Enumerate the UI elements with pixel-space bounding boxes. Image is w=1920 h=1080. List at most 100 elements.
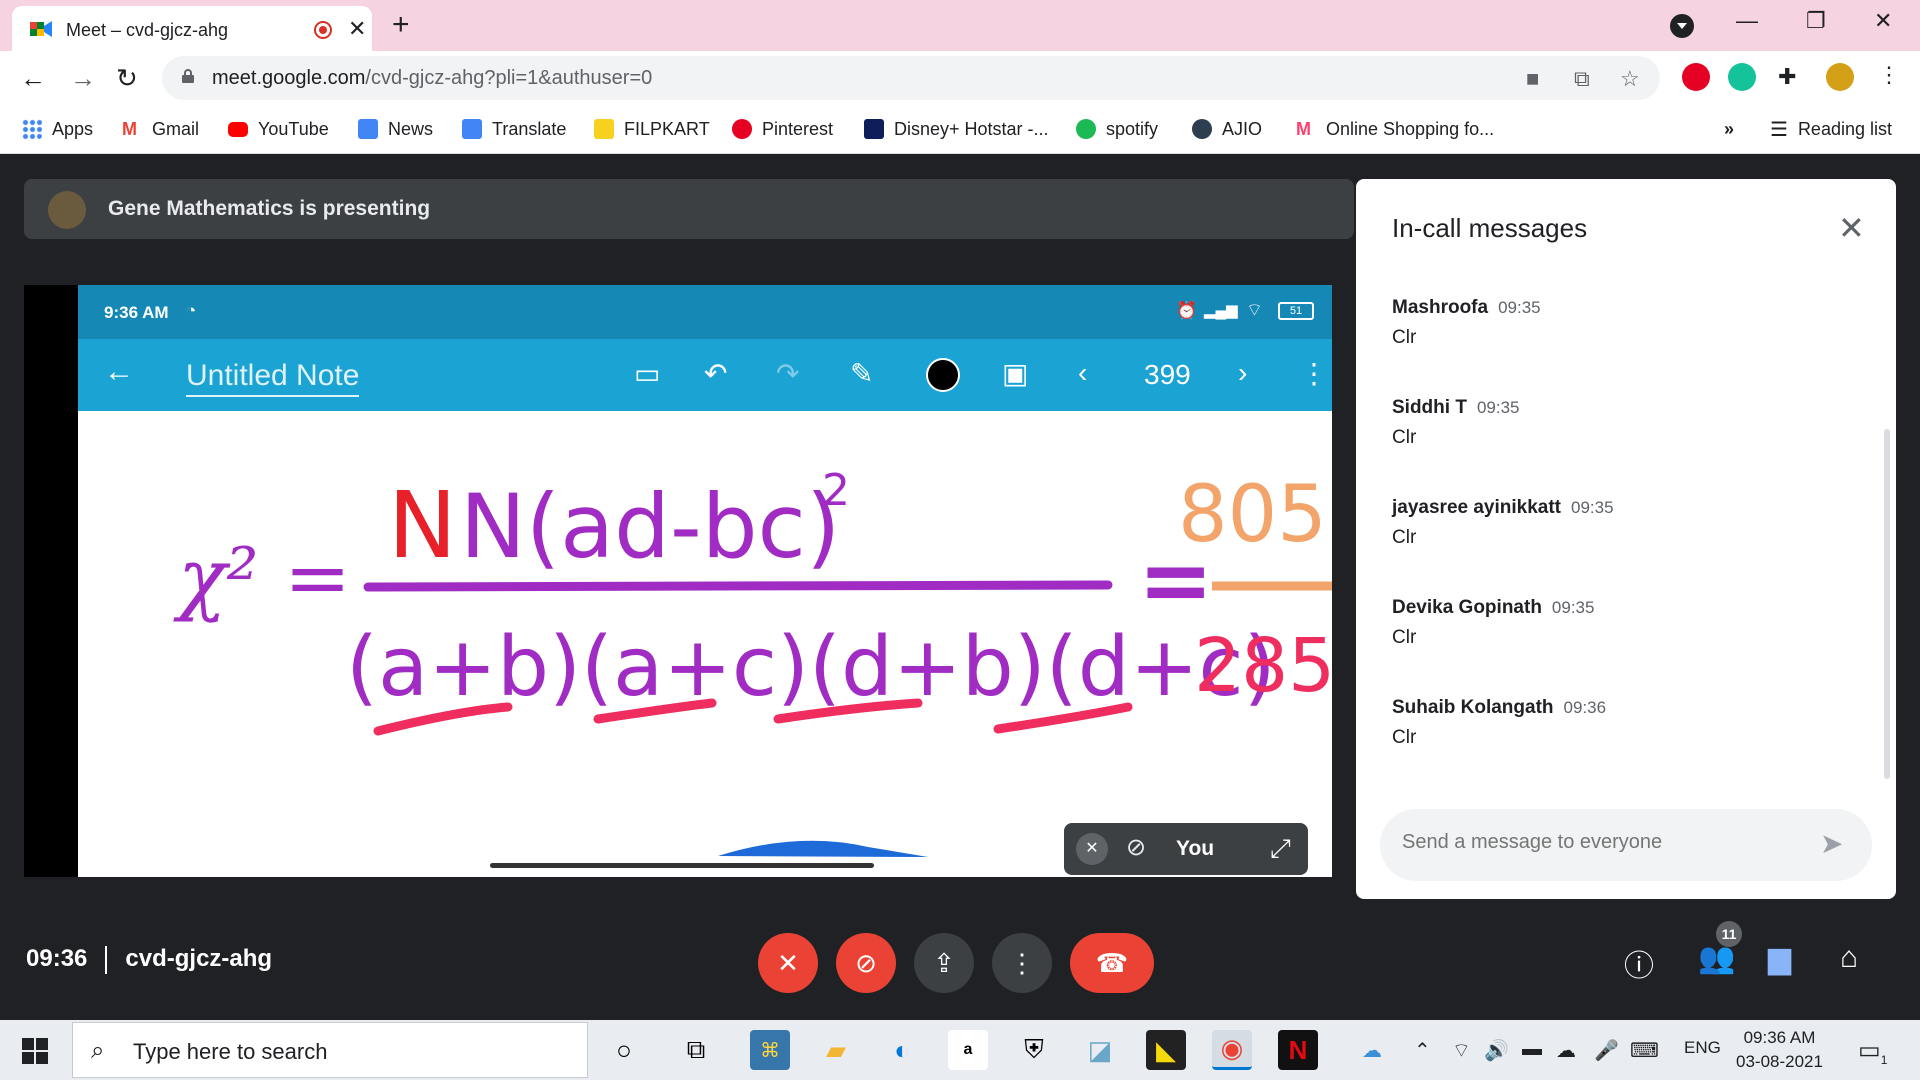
taskbar-search-box[interactable]: ⌕ Type here to search — [72, 1022, 588, 1078]
grammarly-extension-icon[interactable] — [1728, 63, 1756, 91]
bookmark-pinterest[interactable]: Pinterest — [732, 114, 833, 144]
url-host: meet.google.com — [212, 67, 366, 89]
bookmark-news[interactable]: News — [358, 114, 433, 144]
send-icon[interactable]: ➤ — [1820, 827, 1843, 860]
address-bar[interactable]: meet.google.com/cvd-gjcz-ahg?pli=1&authu… — [162, 56, 1660, 100]
browser-tab-meet[interactable]: Meet – cvd-gjcz-ahg ✕ — [12, 6, 372, 51]
toggle-camera-button[interactable]: ⊘ — [836, 933, 896, 993]
chat-sender: Mashroofa — [1392, 297, 1489, 318]
lock-icon — [182, 69, 194, 83]
presenter-banner: Gene Mathematics is presenting — [24, 179, 1354, 239]
windows-start-icon[interactable] — [22, 1038, 48, 1064]
bookmark-flipkart[interactable]: FILPKART — [594, 114, 710, 144]
spotify-icon — [1076, 119, 1096, 139]
meeting-details-icon[interactable]: ⓘ — [1624, 941, 1654, 985]
taskbar-clock[interactable]: 09:36 AM 03-08-2021 — [1736, 1026, 1823, 1074]
forward-arrow-icon[interactable]: → — [70, 63, 96, 94]
microphone-tray-icon[interactable]: 🎤 — [1594, 1038, 1619, 1063]
bookmark-youtube[interactable]: YouTube — [228, 114, 329, 144]
mic-off-icon: ✕ — [1076, 833, 1108, 865]
bookmarks-overflow-button[interactable]: » — [1724, 114, 1734, 144]
wifi-tray-icon[interactable]: ⌔ — [1452, 1038, 1471, 1063]
present-screen-button[interactable]: ⇪ — [914, 933, 974, 993]
pinterest-icon — [732, 119, 752, 139]
chat-sender: Siddhi T — [1392, 397, 1467, 418]
chrome-icon[interactable]: ◉ — [1212, 1030, 1252, 1070]
extensions-puzzle-icon[interactable]: ✚ — [1778, 64, 1796, 90]
chat-text: Clr — [1392, 627, 1417, 648]
close-chat-icon[interactable]: ✕ — [1838, 209, 1865, 247]
self-view-tile[interactable]: ✕ ⊘ You ⤢ — [1064, 823, 1308, 875]
formula-numerator: N(ad-bc) — [460, 475, 840, 578]
bookmark-translate[interactable]: Translate — [462, 114, 566, 144]
url-path: /cvd-gjcz-ahg?pli=1&authuser=0 — [365, 67, 653, 89]
toggle-mic-button[interactable]: ✕ — [758, 933, 818, 993]
youtube-icon — [228, 121, 248, 137]
reload-icon[interactable]: ↻ — [116, 63, 138, 94]
more-options-button[interactable]: ⋮ — [992, 933, 1052, 993]
browser-menu-icon[interactable]: ⋮ — [1878, 62, 1900, 88]
bookmark-star-icon[interactable]: ☆ — [1620, 66, 1640, 92]
previous-page-icon: ‹ — [1078, 357, 1088, 388]
restore-window-button[interactable]: ❐ — [1806, 8, 1826, 34]
netflix-icon[interactable]: N — [1278, 1030, 1318, 1070]
file-explorer-icon[interactable]: ▰ — [816, 1030, 856, 1070]
blue-stroke — [718, 840, 928, 857]
input-language[interactable]: ENG — [1684, 1038, 1721, 1058]
onedrive-icon[interactable]: ☁ — [1362, 1038, 1382, 1063]
notes-app-icon[interactable]: ◪ — [1080, 1030, 1120, 1070]
meeting-info: 09:36 cvd-gjcz-ahg — [26, 945, 272, 974]
chat-message-input[interactable] — [1402, 831, 1802, 854]
python-app-icon[interactable]: ⌘ — [750, 1030, 790, 1070]
shared-screen: 9:36 AM ◔ ⏰ ▂▄▆ ⌔ 51 ← Untitled Note ▭ ↶… — [78, 285, 1332, 877]
presentation-view[interactable]: 9:36 AM ◔ ⏰ ▂▄▆ ⌔ 51 ← Untitled Note ▭ ↶… — [24, 285, 1332, 877]
clock-time: 09:36 AM — [1743, 1028, 1816, 1047]
task-view-icon[interactable]: ⧉ — [676, 1030, 716, 1070]
sticky-notes-icon[interactable]: ◣ — [1146, 1030, 1186, 1070]
profile-avatar[interactable] — [1826, 63, 1854, 91]
bookmark-gmail[interactable]: M Gmail — [122, 114, 199, 144]
redo-icon: ↷ — [776, 358, 800, 389]
bookmark-online-shopping[interactable]: M Online Shopping fo... — [1296, 114, 1494, 144]
security-shield-icon[interactable]: ⛨ — [1014, 1030, 1054, 1070]
edge-icon[interactable]: ◐ — [882, 1030, 922, 1070]
expand-icon[interactable]: ⤢ — [1270, 833, 1291, 865]
volume-icon[interactable]: 🔊 — [1484, 1038, 1509, 1063]
chat-message: Mashroofa 09:35 Clr — [1392, 297, 1541, 349]
chat-text: Clr — [1392, 527, 1417, 548]
cortana-icon[interactable]: ○ — [604, 1030, 644, 1070]
notifications-icon[interactable]: ▭1 — [1858, 1036, 1887, 1067]
bookmark-ajio[interactable]: AJIO — [1192, 114, 1262, 144]
show-hidden-icons[interactable]: ⌃ — [1414, 1038, 1431, 1063]
value-bottom: 285 — [1194, 623, 1332, 709]
leave-call-button[interactable]: ☎ — [1070, 933, 1154, 993]
formula-exponent: 2 — [822, 465, 850, 516]
new-tab-button[interactable]: + — [392, 8, 410, 42]
reading-list-button[interactable]: ☰ Reading list — [1770, 114, 1892, 144]
tab-close-icon[interactable]: ✕ — [348, 16, 366, 42]
bookmark-hotstar[interactable]: Disney+ Hotstar -... — [864, 114, 1049, 144]
formula-lhs: χ² = — [173, 531, 351, 624]
battery-tray-icon[interactable]: ▬ — [1522, 1038, 1542, 1061]
bookmark-spotify[interactable]: spotify — [1076, 114, 1158, 144]
close-window-button[interactable]: ✕ — [1874, 8, 1892, 34]
back-arrow-icon[interactable]: ← — [20, 63, 46, 94]
keyboard-icon[interactable]: ⌨ — [1630, 1038, 1659, 1063]
open-in-new-window-icon[interactable]: ⧉ — [1574, 66, 1590, 92]
chat-scrollbar[interactable] — [1884, 429, 1890, 779]
meeting-code: cvd-gjcz-ahg — [125, 945, 273, 972]
vpn-tray-icon[interactable]: ☁ — [1556, 1038, 1576, 1063]
activities-icon[interactable]: ⌂ — [1840, 941, 1858, 975]
amazon-app-icon[interactable]: a — [948, 1030, 988, 1070]
minimize-window-button[interactable]: — — [1736, 8, 1758, 34]
search-icon: ⌕ — [91, 1037, 105, 1064]
camera-in-use-icon[interactable]: ■ — [1526, 66, 1539, 92]
tab-search-button[interactable] — [1670, 14, 1694, 38]
news-icon — [358, 119, 378, 139]
pinterest-extension-icon[interactable] — [1682, 63, 1710, 91]
bookmark-label: AJIO — [1222, 118, 1263, 139]
chat-icon[interactable]: ▆ — [1768, 941, 1791, 976]
bookmark-apps[interactable]: Apps — [22, 114, 93, 144]
browser-toolbar: ← → ↻ meet.google.com/cvd-gjcz-ahg?pli=1… — [0, 51, 1920, 106]
bookmark-label: News — [388, 118, 434, 139]
